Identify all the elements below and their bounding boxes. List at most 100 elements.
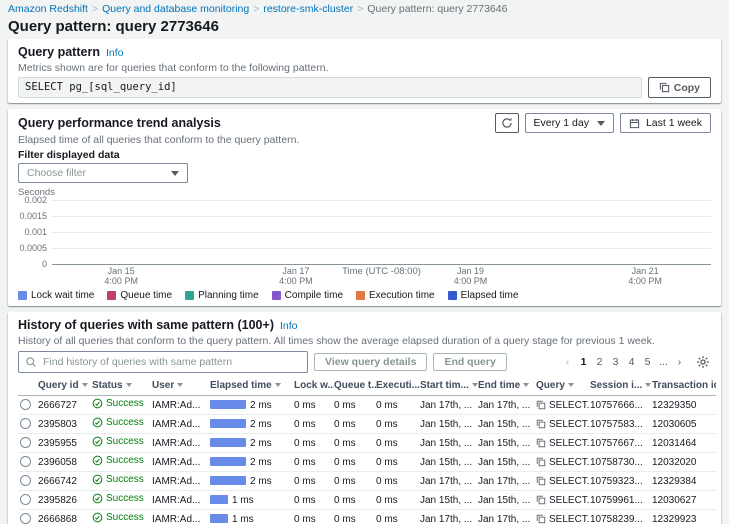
- legend-item[interactable]: Lock wait time: [18, 290, 94, 301]
- query-id-cell: 2395803: [38, 415, 92, 434]
- table-row: 2396058SuccessIAMR:Ad...2 ms0 ms0 ms0 ms…: [18, 453, 716, 472]
- copy-button[interactable]: Copy: [648, 77, 711, 98]
- legend-item[interactable]: Queue time: [107, 290, 172, 301]
- query-cell[interactable]: SELECT...: [536, 396, 590, 415]
- query-pattern-description: Metrics shown are for queries that confo…: [18, 62, 711, 75]
- legend-swatch-icon: [272, 291, 281, 300]
- elapsed-time-cell: 2 ms: [210, 472, 294, 491]
- pagination-page-5[interactable]: 5: [640, 355, 655, 369]
- breadcrumb-link[interactable]: restore-smk-cluster: [263, 3, 353, 15]
- column-header-elapsed-time[interactable]: Elapsed time: [210, 377, 294, 396]
- breadcrumb: Amazon Redshift>Query and database monit…: [8, 3, 721, 16]
- elapsed-time-cell: 2 ms: [210, 396, 294, 415]
- search-box[interactable]: [18, 351, 308, 373]
- view-query-details-button[interactable]: View query details: [314, 353, 427, 371]
- date-range-picker[interactable]: Last 1 week: [620, 113, 711, 133]
- pagination-prev-icon[interactable]: ‹: [560, 355, 575, 369]
- column-header-user[interactable]: User: [152, 377, 210, 396]
- elapsed-bar: [210, 400, 246, 409]
- pagination-page-2[interactable]: 2: [592, 355, 607, 369]
- table-row: 2666868SuccessIAMR:Ad...1 ms0 ms0 ms0 ms…: [18, 510, 716, 524]
- query-cell[interactable]: SELECT...: [536, 434, 590, 453]
- query-cell[interactable]: SELECT...: [536, 510, 590, 524]
- row-radio[interactable]: [20, 475, 31, 486]
- row-radio[interactable]: [20, 456, 31, 467]
- query-cell[interactable]: SELECT...: [536, 472, 590, 491]
- row-radio[interactable]: [20, 513, 31, 524]
- pagination-next-icon[interactable]: ›: [672, 355, 687, 369]
- end-time-cell: Jan 17th, ...: [478, 396, 536, 415]
- column-header-label: Status: [92, 380, 123, 391]
- column-header-executi[interactable]: Executi...: [376, 377, 420, 396]
- pagination-ellipsis: ...: [656, 355, 671, 369]
- column-header-transaction-id[interactable]: Transaction id: [652, 377, 716, 396]
- row-radio[interactable]: [20, 399, 31, 410]
- legend-item[interactable]: Execution time: [356, 290, 435, 301]
- x-axis-title: Time (UTC -08:00): [342, 266, 421, 277]
- lock-wait-time-cell: 0 ms: [294, 396, 334, 415]
- start-time-cell: Jan 15th, ...: [420, 453, 478, 472]
- info-link[interactable]: Info: [280, 320, 298, 332]
- legend-item[interactable]: Compile time: [272, 290, 343, 301]
- row-radio[interactable]: [20, 437, 31, 448]
- row-select-cell[interactable]: [18, 434, 38, 453]
- end-query-button[interactable]: End query: [433, 353, 506, 371]
- settings-button[interactable]: [695, 354, 711, 370]
- legend-item[interactable]: Planning time: [185, 290, 259, 301]
- legend-label: Queue time: [120, 290, 172, 301]
- status-label: Success: [106, 512, 144, 523]
- session-id-cell: 10757666...: [590, 396, 652, 415]
- filter-select[interactable]: Choose filter: [18, 163, 188, 183]
- user-cell: IAMR:Ad...: [152, 453, 210, 472]
- column-header-start-tim[interactable]: Start tim...: [420, 377, 478, 396]
- column-header-lock-w[interactable]: Lock w...: [294, 377, 334, 396]
- query-cell[interactable]: SELECT...: [536, 491, 590, 510]
- pagination-page-4[interactable]: 4: [624, 355, 639, 369]
- column-header-session-i[interactable]: Session i...: [590, 377, 652, 396]
- query-cell[interactable]: SELECT...: [536, 453, 590, 472]
- copy-icon[interactable]: [536, 400, 546, 410]
- column-header-end-time[interactable]: End time: [478, 377, 536, 396]
- pagination-page-3[interactable]: 3: [608, 355, 623, 369]
- start-time-cell: Jan 15th, ...: [420, 491, 478, 510]
- x-axis: Jan 154:00 PMJan 174:00 PMJan 194:00 PMJ…: [52, 266, 711, 287]
- sort-icon: [645, 383, 651, 387]
- breadcrumb-link[interactable]: Amazon Redshift: [8, 3, 88, 15]
- copy-icon[interactable]: [536, 495, 546, 505]
- column-header-status[interactable]: Status: [92, 377, 152, 396]
- copy-icon[interactable]: [536, 438, 546, 448]
- row-select-cell[interactable]: [18, 510, 38, 524]
- row-radio[interactable]: [20, 418, 31, 429]
- copy-icon[interactable]: [536, 419, 546, 429]
- copy-icon[interactable]: [536, 457, 546, 467]
- column-header-query[interactable]: Query: [536, 377, 590, 396]
- sort-icon: [472, 383, 478, 387]
- refresh-interval-select[interactable]: Every 1 day: [525, 113, 614, 133]
- column-header-queue-t[interactable]: Queue t...: [334, 377, 376, 396]
- row-select-cell[interactable]: [18, 396, 38, 415]
- row-select-cell[interactable]: [18, 453, 38, 472]
- row-select-cell[interactable]: [18, 472, 38, 491]
- copy-icon[interactable]: [536, 476, 546, 486]
- execution-time-cell: 0 ms: [376, 510, 420, 524]
- end-time-cell: Jan 17th, ...: [478, 472, 536, 491]
- row-radio[interactable]: [20, 494, 31, 505]
- success-icon: [92, 436, 103, 447]
- info-link[interactable]: Info: [106, 47, 124, 59]
- session-id-cell: 10757667...: [590, 434, 652, 453]
- legend-item[interactable]: Elapsed time: [448, 290, 519, 301]
- copy-icon[interactable]: [536, 514, 546, 524]
- status-cell: Success: [92, 415, 152, 434]
- refresh-button[interactable]: [495, 113, 519, 133]
- query-cell[interactable]: SELECT...: [536, 415, 590, 434]
- search-input[interactable]: [41, 355, 301, 369]
- column-header-query-id[interactable]: Query id: [38, 377, 92, 396]
- pagination-page-1[interactable]: 1: [576, 355, 591, 369]
- start-time-cell: Jan 17th, ...: [420, 396, 478, 415]
- row-select-cell[interactable]: [18, 491, 38, 510]
- user-cell: IAMR:Ad...: [152, 415, 210, 434]
- row-select-cell[interactable]: [18, 415, 38, 434]
- select-column-header: [18, 377, 38, 396]
- breadcrumb-link[interactable]: Query and database monitoring: [102, 3, 249, 15]
- column-header-label: Query: [536, 380, 565, 391]
